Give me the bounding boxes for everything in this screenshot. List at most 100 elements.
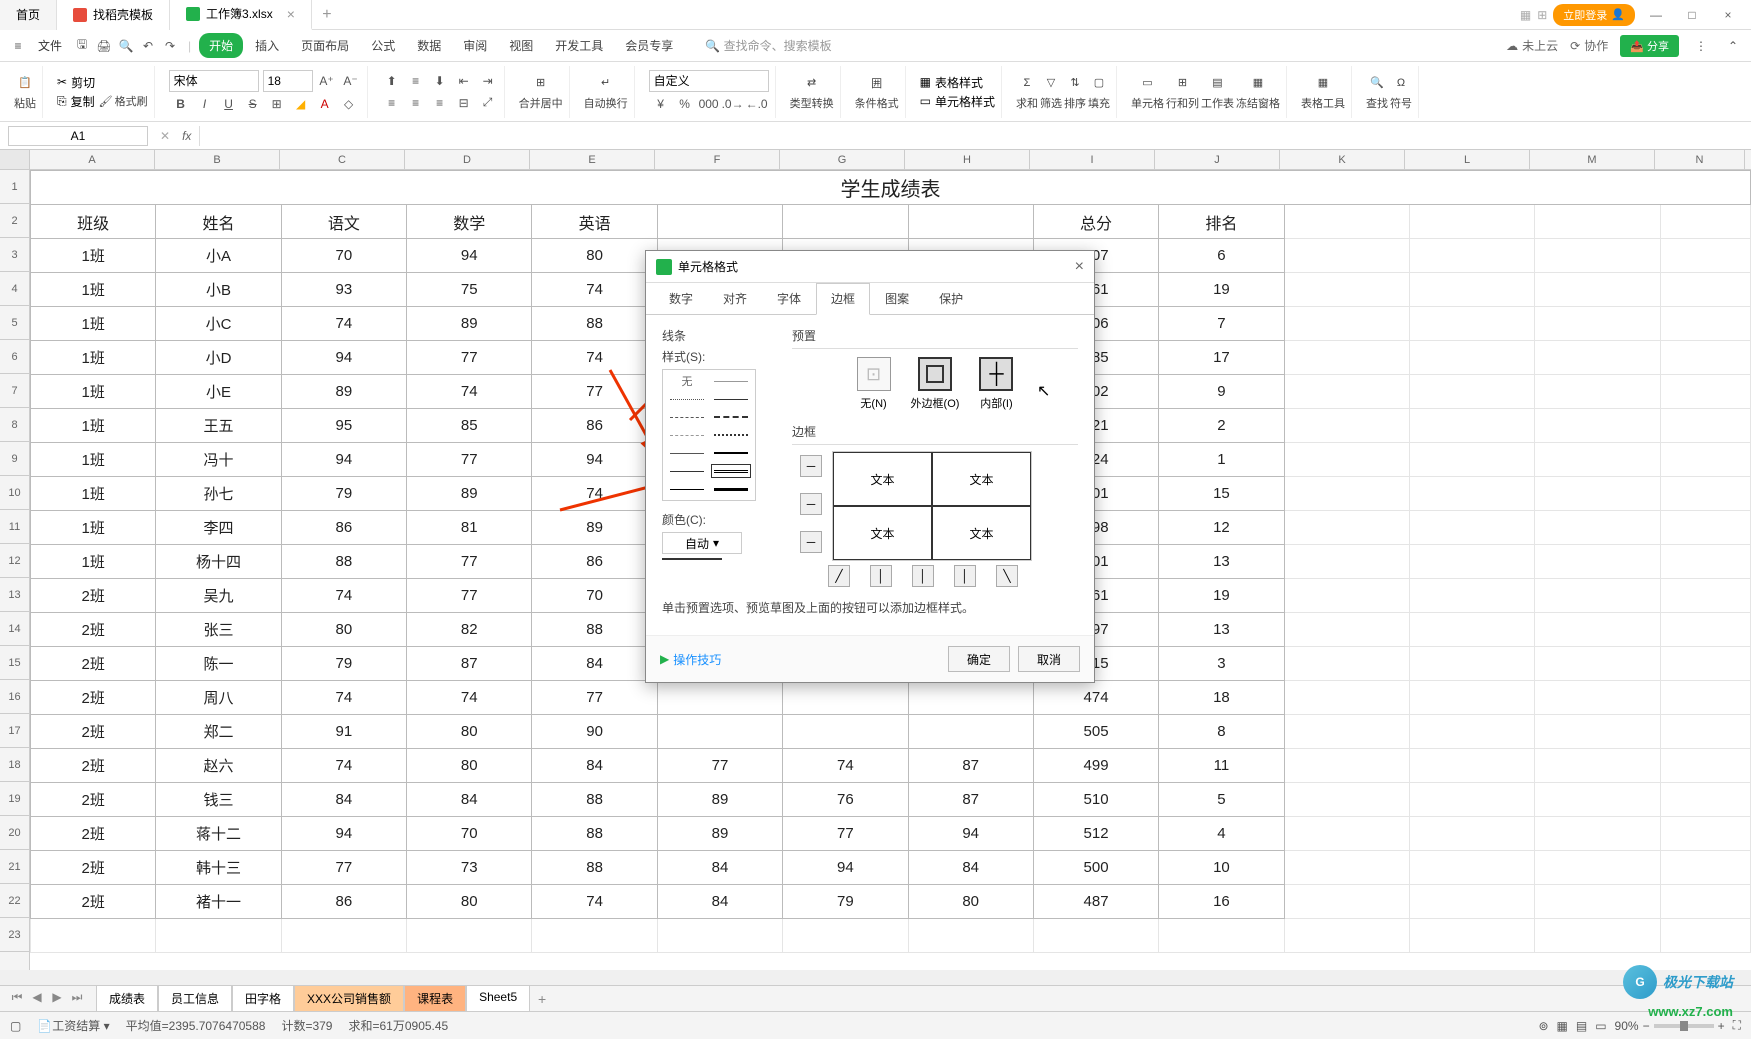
data-cell[interactable]: 1班 [31, 375, 156, 409]
data-cell[interactable]: 88 [532, 613, 657, 647]
minimize-button[interactable]: — [1641, 1, 1671, 29]
header-cell[interactable] [1284, 205, 1409, 239]
indent-inc-icon[interactable]: ⇥ [478, 71, 498, 91]
data-cell[interactable]: 77 [407, 579, 532, 613]
data-cell[interactable]: 1班 [31, 545, 156, 579]
freeze-button[interactable]: ▦冻结窗格 [1236, 73, 1280, 111]
data-cell[interactable]: 86 [532, 409, 657, 443]
data-cell[interactable]: 87 [908, 749, 1033, 783]
data-cell[interactable] [1409, 783, 1534, 817]
data-cell[interactable]: 77 [532, 681, 657, 715]
row-header-15[interactable]: 15 [0, 646, 29, 680]
data-cell[interactable]: 2班 [31, 579, 156, 613]
maximize-button[interactable]: □ [1677, 1, 1707, 29]
empty-cell[interactable] [281, 919, 406, 953]
data-cell[interactable]: 6 [1159, 239, 1284, 273]
data-cell[interactable]: 79 [783, 885, 908, 919]
data-cell[interactable]: 487 [1033, 885, 1158, 919]
data-cell[interactable] [1284, 307, 1409, 341]
data-cell[interactable] [1284, 681, 1409, 715]
data-cell[interactable]: 70 [281, 239, 406, 273]
data-cell[interactable]: 77 [407, 341, 532, 375]
data-cell[interactable]: 孙七 [156, 477, 281, 511]
data-cell[interactable] [1284, 443, 1409, 477]
data-cell[interactable]: 88 [281, 545, 406, 579]
italic-button[interactable]: I [195, 94, 215, 114]
select-all-corner[interactable] [0, 150, 30, 169]
sheet-tab[interactable]: 课程表 [404, 985, 466, 1013]
data-cell[interactable] [1660, 681, 1750, 715]
data-cell[interactable] [1535, 545, 1660, 579]
data-cell[interactable] [1660, 885, 1750, 919]
table-tools-button[interactable]: ▦表格工具 [1301, 73, 1345, 111]
line-style-10[interactable] [667, 464, 707, 478]
empty-cell[interactable] [31, 919, 156, 953]
data-cell[interactable]: 2班 [31, 681, 156, 715]
data-cell[interactable] [1409, 681, 1534, 715]
tab-workbook[interactable]: 工作簿3.xlsx× [170, 0, 312, 30]
line-style-9[interactable] [711, 446, 751, 460]
row-header-9[interactable]: 9 [0, 442, 29, 476]
data-cell[interactable]: 86 [281, 511, 406, 545]
data-cell[interactable]: 张三 [156, 613, 281, 647]
header-cell[interactable] [657, 205, 782, 239]
data-cell[interactable] [1535, 307, 1660, 341]
data-cell[interactable] [1535, 375, 1660, 409]
data-cell[interactable] [1409, 341, 1534, 375]
row-header-16[interactable]: 16 [0, 680, 29, 714]
dialog-tab-align[interactable]: 对齐 [708, 283, 762, 314]
status-mode-icon[interactable]: ▢ [10, 1019, 21, 1033]
line-style-none[interactable]: 无 [667, 374, 707, 388]
sheet-nav-prev[interactable]: ◀ [28, 990, 46, 1008]
data-cell[interactable] [1535, 851, 1660, 885]
merge-center-button[interactable]: ⊞合并居中 [519, 73, 563, 111]
data-cell[interactable]: 1班 [31, 239, 156, 273]
data-cell[interactable] [1284, 885, 1409, 919]
data-cell[interactable]: 84 [532, 647, 657, 681]
data-cell[interactable]: 80 [407, 715, 532, 749]
data-cell[interactable]: 94 [783, 851, 908, 885]
data-cell[interactable] [1535, 443, 1660, 477]
data-cell[interactable] [1535, 579, 1660, 613]
data-cell[interactable] [1660, 715, 1750, 749]
col-header-B[interactable]: B [155, 150, 280, 169]
data-cell[interactable]: 赵六 [156, 749, 281, 783]
row-header-4[interactable]: 4 [0, 272, 29, 306]
data-cell[interactable]: 小D [156, 341, 281, 375]
data-cell[interactable] [1284, 341, 1409, 375]
data-cell[interactable]: 2班 [31, 783, 156, 817]
data-cell[interactable]: 吴九 [156, 579, 281, 613]
color-select[interactable]: 自动▾ [662, 532, 742, 554]
data-cell[interactable]: 89 [407, 477, 532, 511]
sheet-tab[interactable]: XXX公司销售额 [294, 985, 404, 1013]
data-cell[interactable]: 4 [1159, 817, 1284, 851]
border-vmid-button[interactable]: │ [912, 565, 934, 587]
data-cell[interactable]: 75 [407, 273, 532, 307]
row-header-5[interactable]: 5 [0, 306, 29, 340]
empty-cell[interactable] [1535, 919, 1660, 953]
data-cell[interactable] [1409, 715, 1534, 749]
data-cell[interactable]: 88 [532, 307, 657, 341]
data-cell[interactable]: 94 [407, 239, 532, 273]
border-button[interactable]: ⊞ [267, 94, 287, 114]
type-convert-button[interactable]: ⇄类型转换 [790, 73, 834, 111]
data-cell[interactable]: 510 [1033, 783, 1158, 817]
data-cell[interactable]: 5 [1159, 783, 1284, 817]
close-button[interactable]: × [1713, 1, 1743, 29]
data-cell[interactable]: 74 [281, 681, 406, 715]
data-cell[interactable] [783, 681, 908, 715]
line-style-8[interactable] [667, 446, 707, 460]
tab-member[interactable]: 会员专享 [615, 33, 683, 58]
view-normal-icon[interactable]: ▦ [1557, 1019, 1568, 1033]
data-cell[interactable]: 1班 [31, 511, 156, 545]
dialog-tab-number[interactable]: 数字 [654, 283, 708, 314]
redo-icon[interactable]: ↷ [160, 36, 180, 56]
data-cell[interactable]: 2班 [31, 613, 156, 647]
row-header-14[interactable]: 14 [0, 612, 29, 646]
tab-add-button[interactable]: + [312, 6, 342, 24]
data-cell[interactable] [1409, 477, 1534, 511]
data-cell[interactable] [1409, 647, 1534, 681]
data-cell[interactable] [1660, 511, 1750, 545]
line-style-5[interactable] [711, 410, 751, 424]
row-header-6[interactable]: 6 [0, 340, 29, 374]
